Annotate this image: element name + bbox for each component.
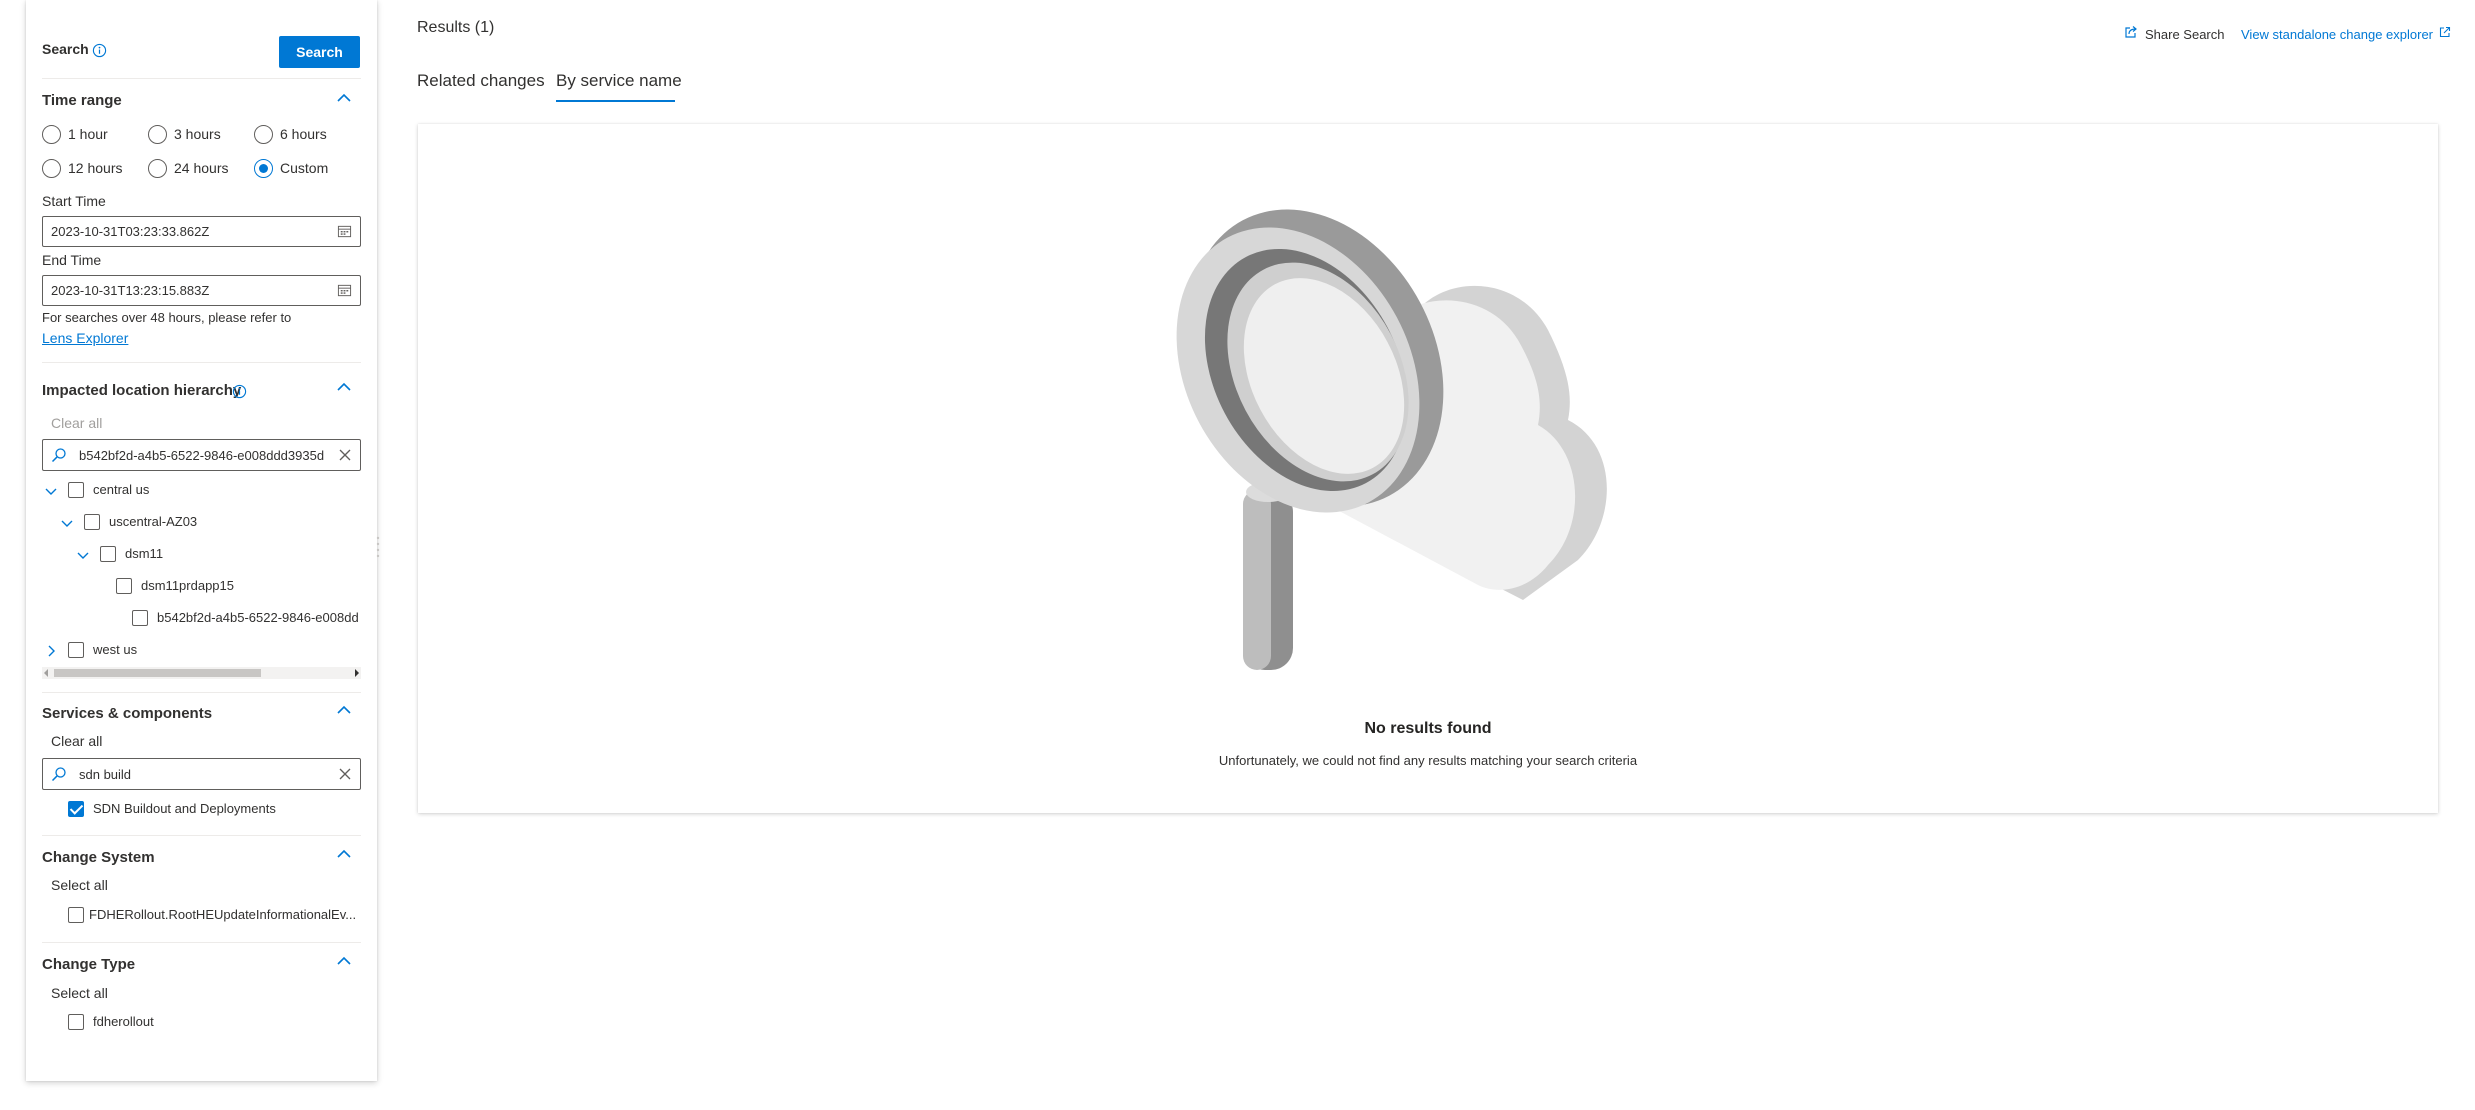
- change-system-select-all[interactable]: Select all: [51, 877, 108, 893]
- radio-label-custom: Custom: [280, 160, 329, 176]
- service-item-label: SDN Buildout and Deployments: [93, 801, 276, 816]
- radio-1-hour[interactable]: [42, 125, 61, 144]
- start-time-label: Start Time: [42, 193, 106, 209]
- location-clear-all[interactable]: Clear all: [51, 415, 102, 431]
- chevron-up-icon[interactable]: [332, 86, 356, 110]
- panel-resize-handle[interactable]: [375, 530, 381, 566]
- tree-item-label: uscentral-AZ03: [109, 514, 198, 529]
- location-search-input[interactable]: b542bf2d-a4b5-6522-9846-e008ddd3935d: [42, 439, 361, 471]
- tree-item-label: central us: [93, 482, 150, 497]
- services-search-value: sdn build: [79, 767, 132, 782]
- change-system-checkbox[interactable]: [68, 907, 84, 923]
- tree-item-label: west us: [93, 642, 138, 657]
- change-system-item-label: FDHERollout.RootHEUpdateInformationalEv.…: [89, 907, 355, 922]
- search-button[interactable]: Search: [279, 36, 360, 68]
- services-title: Services & components: [42, 705, 213, 722]
- change-type-item-label: fdherollout: [93, 1014, 154, 1029]
- active-tab-indicator: [556, 100, 675, 102]
- share-search-button[interactable]: Share Search: [2124, 25, 2225, 43]
- radio-12-hours[interactable]: [42, 159, 61, 178]
- chevron-right-icon[interactable]: [44, 644, 58, 658]
- radio-label-3-hours: 3 hours: [174, 126, 221, 142]
- tree-item-label: b542bf2d-a4b5-6522-9846-e008dd: [157, 610, 359, 625]
- change-type-checkbox[interactable]: [68, 1014, 84, 1030]
- radio-label-1-hour: 1 hour: [68, 126, 108, 142]
- share-icon: [2124, 25, 2138, 44]
- end-time-value: 2023-10-31T13:23:15.883Z: [51, 283, 210, 298]
- service-checkbox[interactable]: [68, 801, 84, 817]
- magnifier-cloud-illustration: [1176, 209, 1607, 670]
- services-clear-all[interactable]: Clear all: [51, 733, 102, 749]
- chevron-up-icon[interactable]: [332, 842, 356, 866]
- tree-item-label: dsm11prdapp15: [141, 578, 234, 593]
- search-range-note: For searches over 48 hours, please refer…: [42, 310, 292, 325]
- tree-item-label: dsm11: [125, 546, 164, 561]
- search-label: Search: [42, 41, 89, 57]
- search-icon: [51, 766, 67, 787]
- end-time-field[interactable]: 2023-10-31T13:23:15.883Z: [42, 275, 361, 306]
- info-icon[interactable]: [92, 43, 107, 63]
- radio-label-12-hours: 12 hours: [68, 160, 123, 176]
- time-range-title: Time range: [42, 92, 122, 109]
- radio-label-24-hours: 24 hours: [174, 160, 229, 176]
- chevron-down-icon[interactable]: [60, 516, 74, 530]
- external-link-icon: [2439, 25, 2451, 43]
- radio-6-hours[interactable]: [254, 125, 273, 144]
- close-icon[interactable]: [338, 448, 352, 467]
- info-icon[interactable]: [232, 384, 247, 404]
- calendar-icon[interactable]: [337, 224, 352, 244]
- chevron-down-icon[interactable]: [76, 548, 90, 562]
- radio-3-hours[interactable]: [148, 125, 167, 144]
- search-icon: [51, 447, 67, 468]
- chevron-down-icon[interactable]: [44, 484, 58, 498]
- scrollbar-thumb[interactable]: [54, 669, 261, 677]
- tab-related-changes[interactable]: Related changes: [417, 71, 545, 91]
- divider: [42, 692, 361, 693]
- results-count: Results (1): [417, 19, 495, 36]
- radio-custom[interactable]: [254, 159, 273, 178]
- chevron-up-icon[interactable]: [332, 698, 356, 722]
- divider: [42, 78, 361, 79]
- divider: [42, 942, 361, 943]
- start-time-value: 2023-10-31T03:23:33.862Z: [51, 224, 210, 239]
- change-system-title: Change System: [42, 849, 155, 866]
- end-time-label: End Time: [42, 252, 102, 268]
- empty-state-title: No results found: [1364, 720, 1492, 737]
- chevron-up-icon[interactable]: [332, 375, 356, 399]
- tree-checkbox[interactable]: [100, 546, 116, 562]
- change-type-title: Change Type: [42, 956, 136, 973]
- filter-panel: Search Search Time range 1 hour 3 hours …: [26, 0, 377, 1081]
- tree-checkbox[interactable]: [68, 482, 84, 498]
- tree-checkbox[interactable]: [116, 578, 132, 594]
- tree-checkbox[interactable]: [84, 514, 100, 530]
- radio-24-hours[interactable]: [148, 159, 167, 178]
- scroll-left-arrow[interactable]: [44, 669, 48, 677]
- tree-scrollbar[interactable]: [42, 667, 361, 679]
- scroll-right-arrow[interactable]: [355, 669, 359, 677]
- standalone-explorer-label: View standalone change explorer: [2241, 26, 2434, 42]
- tab-by-service-name[interactable]: By service name: [556, 71, 682, 91]
- start-time-field[interactable]: 2023-10-31T03:23:33.862Z: [42, 216, 361, 247]
- lens-explorer-link[interactable]: Lens Explorer: [42, 330, 128, 346]
- change-type-select-all[interactable]: Select all: [51, 985, 108, 1001]
- chevron-up-icon[interactable]: [332, 949, 356, 973]
- location-search-value: b542bf2d-a4b5-6522-9846-e008ddd3935d: [79, 448, 325, 463]
- radio-label-6-hours: 6 hours: [280, 126, 327, 142]
- tree-checkbox[interactable]: [132, 610, 148, 626]
- results-card: No results found Unfortunately, we could…: [418, 124, 2438, 813]
- divider: [42, 362, 361, 363]
- divider: [42, 835, 361, 836]
- location-hierarchy-title: Impacted location hierarchy: [42, 382, 242, 399]
- empty-state-message: Unfortunately, we could not find any res…: [1218, 753, 1638, 768]
- tree-checkbox[interactable]: [68, 642, 84, 658]
- share-search-label: Share Search: [2145, 26, 2225, 42]
- services-search-input[interactable]: sdn build: [42, 758, 361, 790]
- close-icon[interactable]: [338, 767, 352, 786]
- calendar-icon[interactable]: [337, 283, 352, 303]
- standalone-explorer-link[interactable]: View standalone change explorer: [2241, 25, 2451, 43]
